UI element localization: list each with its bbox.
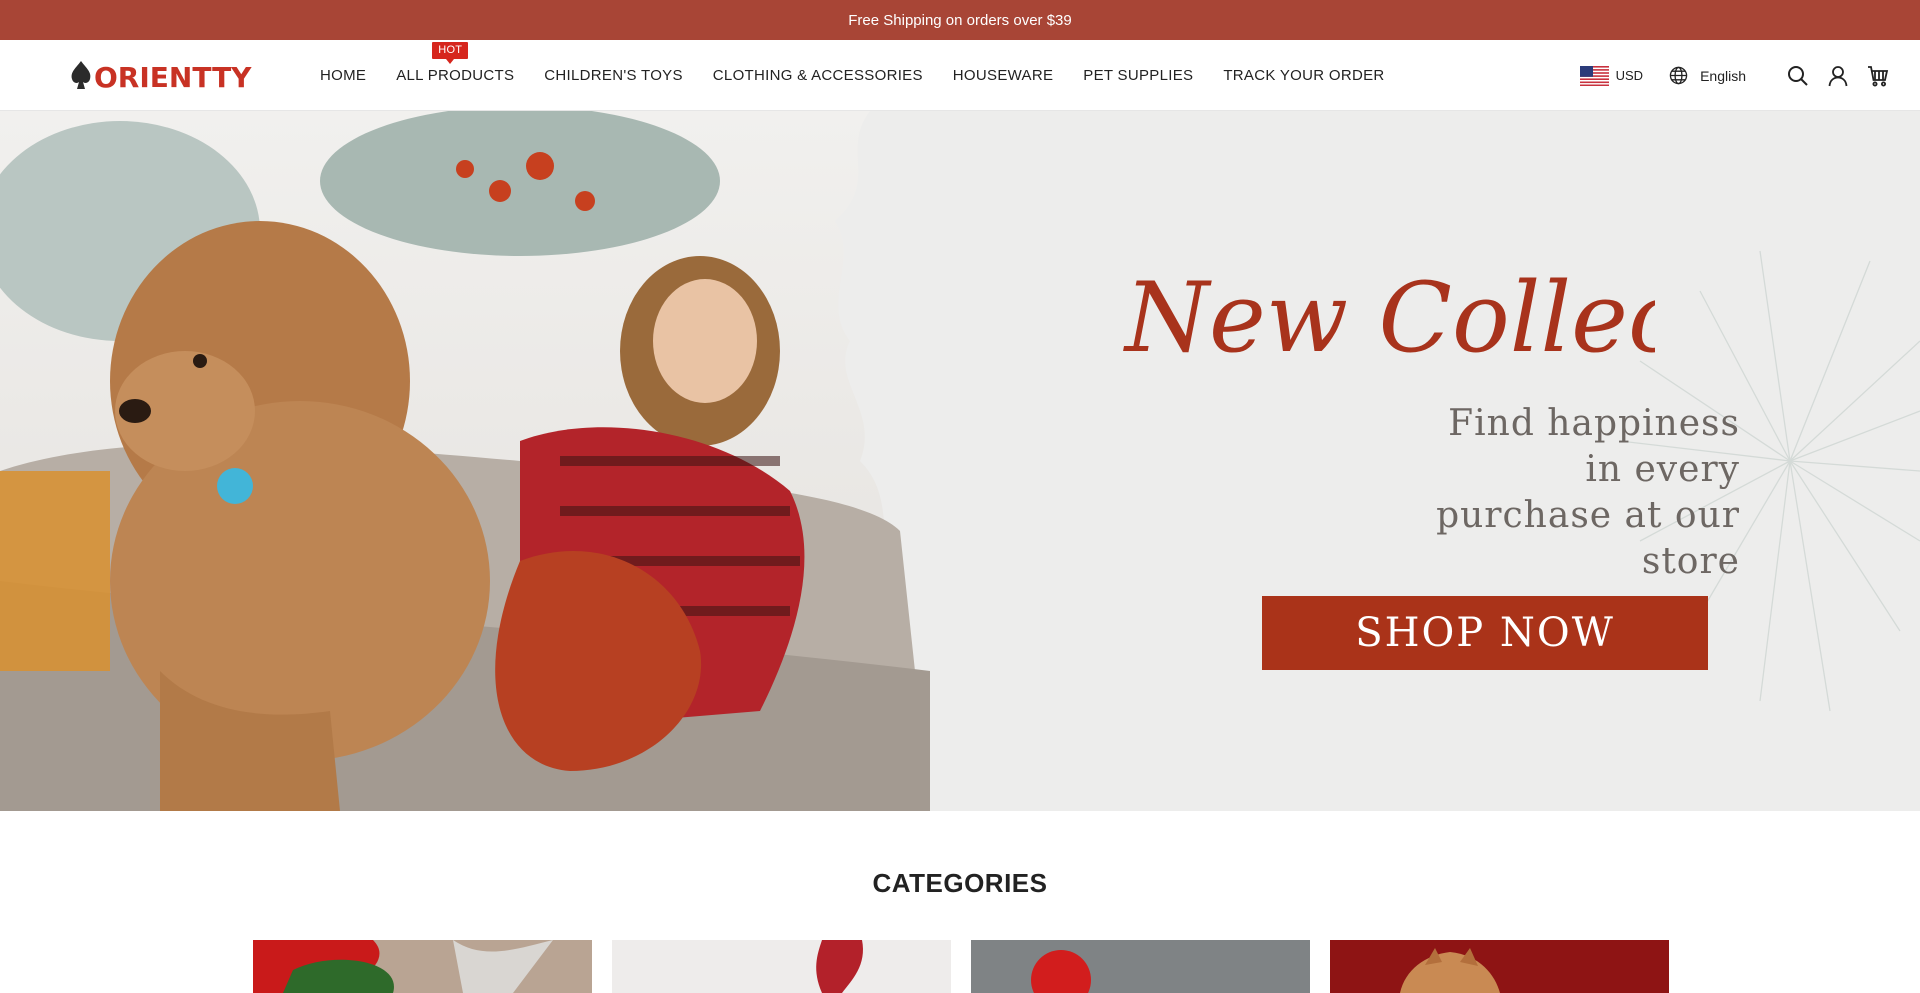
currency-selector[interactable]: USD bbox=[1579, 65, 1644, 86]
globe-icon bbox=[1669, 66, 1688, 85]
shop-now-button[interactable]: SHOP NOW bbox=[1262, 596, 1708, 670]
announcement-bar: Free Shipping on orders over $39 bbox=[0, 0, 1920, 40]
account-button[interactable] bbox=[1826, 64, 1850, 88]
category-image bbox=[1330, 940, 1669, 993]
announcement-text: Free Shipping on orders over $39 bbox=[848, 11, 1072, 29]
language-label: English bbox=[1700, 67, 1746, 84]
site-header: ORIENTTY HOME HOT ALL PRODUCTS CHILDREN'… bbox=[0, 40, 1920, 111]
category-image bbox=[253, 940, 592, 993]
category-card[interactable] bbox=[612, 940, 951, 993]
category-image bbox=[971, 940, 1310, 993]
nav-track-order[interactable]: TRACK YOUR ORDER bbox=[1223, 67, 1384, 84]
svg-text:New Collection: New Collection bbox=[1123, 262, 1655, 374]
language-selector[interactable]: English bbox=[1669, 66, 1746, 85]
categories-row bbox=[253, 940, 1689, 993]
category-card[interactable] bbox=[1330, 940, 1669, 993]
new-collection-script: New Collection bbox=[1123, 262, 1655, 374]
nav-clothing-accessories[interactable]: CLOTHING & ACCESSORIES bbox=[713, 67, 923, 84]
nav-all-products[interactable]: HOT ALL PRODUCTS bbox=[396, 42, 514, 84]
search-button[interactable] bbox=[1786, 64, 1810, 88]
header-actions: USD English bbox=[1579, 40, 1890, 111]
currency-label: USD bbox=[1615, 68, 1644, 83]
search-icon bbox=[1788, 65, 1808, 86]
main-nav: HOME HOT ALL PRODUCTS CHILDREN'S TOYS CL… bbox=[320, 40, 1415, 111]
hero-subtitle: Find happiness in every purchase at our … bbox=[1436, 403, 1740, 582]
site-logo[interactable]: ORIENTTY bbox=[70, 58, 252, 92]
nav-home[interactable]: HOME bbox=[320, 67, 366, 84]
cart-icon bbox=[1868, 65, 1889, 86]
nav-pet-supplies[interactable]: PET SUPPLIES bbox=[1083, 67, 1193, 84]
categories-heading: CATEGORIES bbox=[872, 868, 1048, 898]
account-icon bbox=[1828, 65, 1848, 86]
cart-button[interactable] bbox=[1866, 64, 1890, 88]
nav-houseware[interactable]: HOUSEWARE bbox=[953, 67, 1054, 84]
category-card[interactable] bbox=[971, 940, 1310, 993]
hero-photo-dog-and-girl bbox=[0, 111, 930, 811]
nav-childrens-toys[interactable]: CHILDREN'S TOYS bbox=[544, 67, 683, 84]
hero-banner[interactable]: New Collection Find happiness in every p… bbox=[0, 111, 1920, 811]
hot-badge: HOT bbox=[432, 42, 469, 64]
logo-text-red: ORIENTTY bbox=[94, 61, 252, 92]
category-card[interactable] bbox=[253, 940, 592, 993]
category-image bbox=[612, 940, 951, 993]
us-flag-icon bbox=[1579, 65, 1609, 86]
